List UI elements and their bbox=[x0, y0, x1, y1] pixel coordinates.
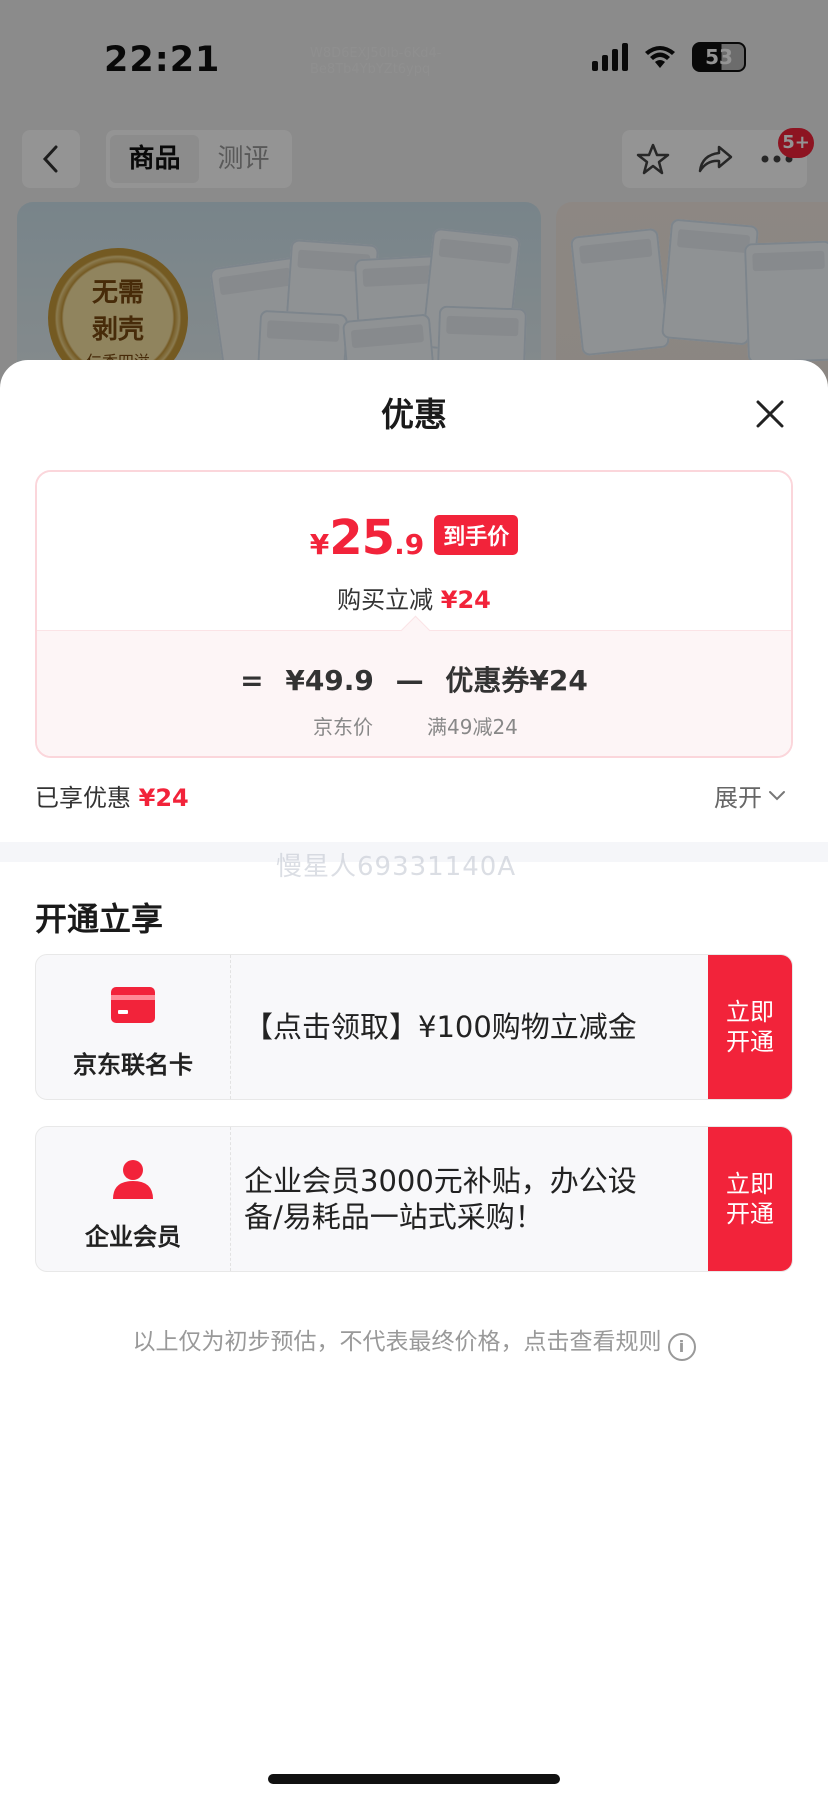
discount-line: 购买立减 ¥24 bbox=[37, 580, 791, 615]
benefit-enterprise-member[interactable]: 企业会员 企业会员3000元补贴，办公设备/易耗品一站式采购！ 立即开通 bbox=[35, 1126, 793, 1272]
jd-price-label: 京东价 bbox=[313, 715, 373, 739]
home-indicator bbox=[268, 1774, 560, 1784]
info-icon[interactable]: i bbox=[667, 1333, 696, 1361]
close-icon[interactable] bbox=[748, 392, 792, 436]
person-icon bbox=[113, 1160, 153, 1199]
coupon-amount: 优惠券¥24 bbox=[445, 664, 588, 697]
discount-sheet: 优惠 ¥ 25 .9 到手价 购买立减 ¥24 = ¥49.9 — 优惠券¥24 bbox=[0, 360, 828, 1796]
minus-sign: — bbox=[395, 664, 424, 697]
modal-backdrop[interactable] bbox=[0, 0, 828, 400]
price-calculation: = ¥49.9 — 优惠券¥24 bbox=[37, 659, 791, 699]
sheet-title: 优惠 bbox=[381, 395, 447, 434]
equals-sign: = bbox=[240, 664, 264, 697]
credit-card-icon bbox=[111, 987, 155, 1023]
user-watermark: 慢星人69331140A bbox=[276, 852, 517, 882]
open-now-button[interactable]: 立即开通 bbox=[708, 1127, 792, 1271]
chevron-down-icon bbox=[769, 790, 785, 800]
expand-button[interactable]: 展开 bbox=[714, 778, 786, 813]
background-page: 22:21 W8D6EXJ50ib-6Kd4-Be8Tb4YbYZt6ypq 5… bbox=[0, 0, 828, 400]
discount-label: 购买立减 bbox=[337, 586, 434, 614]
enjoyed-amount: ¥24 bbox=[138, 784, 189, 812]
disclaimer-text: 以上仅为初步预估，不代表最终价格，点击查看规则 bbox=[132, 1329, 662, 1355]
open-now-button[interactable]: 立即开通 bbox=[708, 955, 792, 1099]
disclaimer[interactable]: 以上仅为初步预估，不代表最终价格，点击查看规则 i bbox=[0, 1322, 828, 1361]
coupon-rule: 满49减24 bbox=[427, 715, 518, 739]
benefit-jd-card[interactable]: 京东联名卡 【点击领取】¥100购物立减金 立即开通 bbox=[35, 954, 793, 1100]
price-currency: ¥ bbox=[309, 528, 330, 561]
benefit-label: 企业会员 bbox=[85, 1223, 181, 1251]
price-integer: 25 bbox=[329, 510, 395, 566]
open-benefits-title: 开通立享 bbox=[35, 900, 164, 938]
price-decimal: .9 bbox=[394, 528, 425, 561]
enjoyed-label: 已享优惠 bbox=[35, 784, 131, 812]
price-breakdown-card: ¥ 25 .9 到手价 购买立减 ¥24 = ¥49.9 — 优惠券¥24 京东… bbox=[35, 470, 793, 758]
final-price: ¥ 25 .9 到手价 bbox=[37, 510, 791, 566]
benefit-description: 企业会员3000元补贴，办公设备/易耗品一站式采购！ bbox=[244, 1164, 637, 1234]
discount-amount: ¥24 bbox=[440, 586, 491, 614]
benefit-label: 京东联名卡 bbox=[73, 1051, 193, 1079]
benefit-description: 【点击领取】¥100购物立减金 bbox=[244, 1010, 637, 1044]
final-price-tag: 到手价 bbox=[434, 515, 519, 555]
expand-label: 展开 bbox=[714, 784, 762, 812]
jd-price: ¥49.9 bbox=[285, 664, 374, 697]
enjoyed-discount: 已享优惠 ¥24 bbox=[35, 778, 189, 813]
